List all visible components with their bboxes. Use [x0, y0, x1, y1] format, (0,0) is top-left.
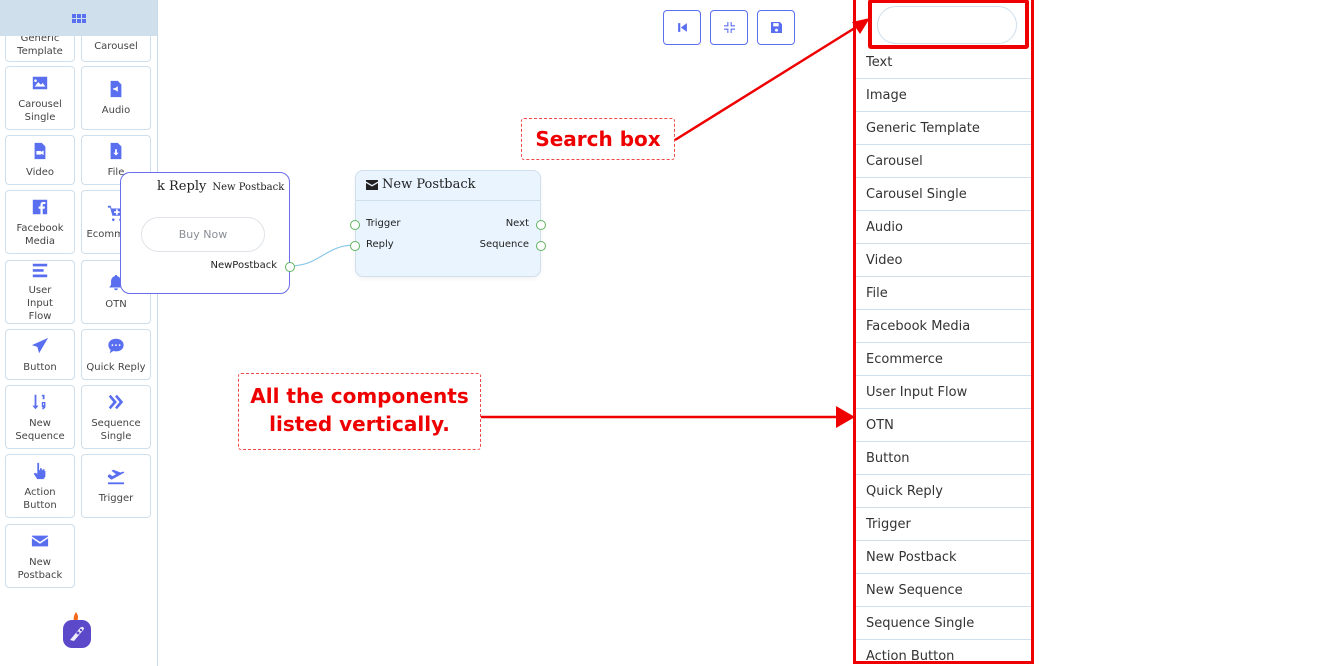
tile-label: Sequence Single: [91, 417, 141, 442]
annotation-search-box: Search box: [521, 118, 675, 160]
annotation-line: listed vertically.: [269, 412, 450, 436]
component-list-item[interactable]: Image: [856, 79, 1031, 112]
envelope-icon: [30, 531, 50, 551]
annotation-arrows: [481, 18, 870, 428]
node-title: New Postback: [366, 177, 476, 192]
sort-numeric-icon: [30, 392, 50, 412]
tile-label: Audio: [101, 105, 131, 116]
tile-label: New Postback: [17, 556, 63, 581]
input-port-trigger[interactable]: [350, 220, 360, 230]
tile-label: Trigger: [98, 493, 134, 504]
plane-departure-icon: [106, 467, 126, 487]
hand-pointer-icon: [30, 461, 50, 481]
sidebar-tile-button[interactable]: Button: [5, 329, 75, 380]
double-chevron-right-icon: [106, 392, 126, 412]
canvas-toolbar: [663, 10, 795, 45]
component-list-item[interactable]: New Sequence: [856, 574, 1031, 607]
output-label-sequence: Sequence: [479, 239, 529, 250]
component-list-panel: Text Image Generic Template Carousel Carouse…: [853, 0, 1034, 664]
output-port-next[interactable]: [536, 220, 546, 230]
component-list-item[interactable]: Action Button: [856, 640, 1031, 662]
sidebar-tile-facebook-media[interactable]: Facebook Media: [5, 190, 75, 254]
component-list-item[interactable]: Sequence Single: [856, 607, 1031, 640]
node-subtitle: New Postback: [212, 182, 285, 193]
component-search-input[interactable]: [877, 6, 1017, 44]
component-list-item[interactable]: Trigger: [856, 508, 1031, 541]
search-highlight: [868, 0, 1029, 49]
sidebar-tile-audio[interactable]: Audio: [81, 66, 151, 130]
bars-icon: [30, 261, 50, 279]
sidebar-tile-trigger[interactable]: Trigger: [81, 454, 151, 518]
sidebar-tile-user-input-flow[interactable]: User Input Flow: [5, 260, 75, 324]
tile-label: User Input Flow: [27, 285, 53, 322]
node-title-text: New Postback: [382, 177, 476, 192]
component-list-item[interactable]: File: [856, 277, 1031, 310]
compress-icon: [723, 22, 735, 33]
input-port-reply[interactable]: [350, 241, 360, 251]
facebook-icon: [30, 197, 50, 217]
annotation-component-list: All the components listed vertically.: [238, 373, 481, 450]
download-file-icon: [106, 141, 126, 161]
output-port[interactable]: [285, 262, 295, 272]
skip-back-icon: [677, 23, 687, 32]
output-label: NewPostback: [210, 260, 278, 271]
input-label-reply: Reply: [366, 239, 394, 250]
component-list-item[interactable]: Quick Reply: [856, 475, 1031, 508]
video-file-icon: [30, 141, 50, 161]
component-list-item[interactable]: Video: [856, 244, 1031, 277]
component-list-item[interactable]: Facebook Media: [856, 310, 1031, 343]
first-page-button[interactable]: [663, 10, 701, 45]
sidebar-tile-quick-reply[interactable]: Quick Reply: [81, 329, 151, 380]
tile-label: Action Button: [23, 486, 57, 511]
sidebar-tile-sequence-single[interactable]: Sequence Single: [81, 385, 151, 449]
component-list-item[interactable]: Carousel: [856, 145, 1031, 178]
input-label-trigger: Trigger: [366, 218, 401, 229]
image-icon: [30, 73, 50, 93]
tile-label: Quick Reply: [86, 361, 146, 373]
component-list-item[interactable]: Audio: [856, 211, 1031, 244]
node-title-text: k Reply: [157, 179, 207, 194]
audio-file-icon: [106, 79, 126, 99]
component-sidebar: Generic Template Carousel Carousel Singl…: [0, 0, 158, 666]
save-icon: [770, 22, 782, 33]
tile-label: New Sequence: [15, 417, 65, 442]
sidebar-tile-action-button[interactable]: Action Button: [5, 454, 75, 518]
sidebar-tile-new-sequence[interactable]: New Sequence: [5, 385, 75, 449]
component-list-item[interactable]: Generic Template: [856, 112, 1031, 145]
node-divider: [356, 200, 540, 201]
node-title: k Reply New Postback: [157, 179, 284, 194]
fit-screen-button[interactable]: [710, 10, 748, 45]
annotation-line: All the components: [250, 384, 469, 408]
save-button[interactable]: [757, 10, 795, 45]
component-list-item[interactable]: Button: [856, 442, 1031, 475]
new-postback-node[interactable]: New Postback Trigger Reply Next Sequence: [350, 170, 546, 277]
rocket-logo: [63, 612, 91, 648]
component-list-item[interactable]: Text: [856, 46, 1031, 79]
component-list-item[interactable]: User Input Flow: [856, 376, 1031, 409]
component-list: Text Image Generic Template Carousel Carouse…: [856, 46, 1031, 662]
sidebar-tile-carousel-single[interactable]: Carousel Single: [5, 66, 75, 130]
component-list-item[interactable]: Carousel Single: [856, 178, 1031, 211]
paper-plane-icon: [30, 336, 50, 356]
output-port-sequence[interactable]: [536, 241, 546, 251]
chat-bubble-icon: [106, 336, 126, 356]
tile-label: Video: [25, 167, 55, 178]
sidebar-header[interactable]: [0, 0, 157, 36]
component-list-item[interactable]: OTN: [856, 409, 1031, 442]
grid-icon[interactable]: [72, 13, 86, 23]
connection-layer: [289, 244, 356, 267]
sidebar-tile-new-postback[interactable]: New Postback: [5, 524, 75, 588]
component-list-item[interactable]: New Postback: [856, 541, 1031, 574]
tile-label: Facebook Media: [16, 222, 64, 247]
buy-now-button[interactable]: Buy Now: [141, 217, 265, 252]
quick-reply-node[interactable]: k Reply New Postback Buy Now NewPostback: [120, 172, 295, 294]
tile-label: Button: [23, 361, 57, 373]
output-label-next: Next: [505, 218, 529, 229]
component-list-item[interactable]: Ecommerce: [856, 343, 1031, 376]
envelope-icon: [366, 179, 378, 190]
tile-label: Carousel Single: [18, 98, 62, 123]
tile-label: OTN: [105, 299, 127, 310]
sidebar-tile-video[interactable]: Video: [5, 135, 75, 185]
connection-line: [289, 244, 356, 267]
